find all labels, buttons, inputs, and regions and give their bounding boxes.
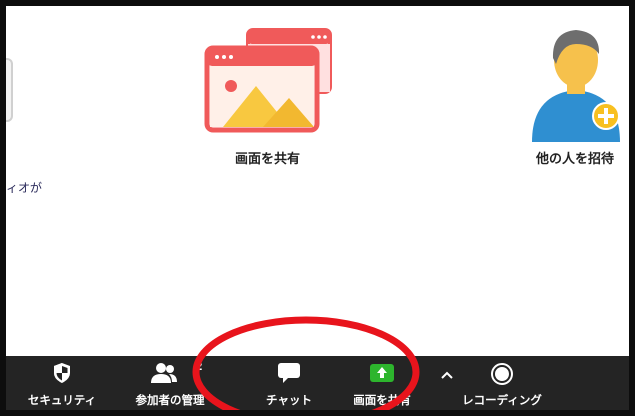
- record-button[interactable]: レコーディング: [454, 356, 550, 410]
- meeting-toolbar: セキュリティ 2 参加者の管理 チャット 画面を共有 レコーディング: [6, 356, 629, 410]
- share-screen-label: 画面を共有: [235, 152, 301, 167]
- share-screen-toolbar-label: 画面を共有: [353, 393, 411, 407]
- share-screen-button[interactable]: 画面を共有: [340, 356, 424, 410]
- partial-video-tile: [6, 58, 13, 122]
- share-screen-tile[interactable]: 画面を共有: [201, 26, 341, 171]
- security-button[interactable]: セキュリティ: [24, 356, 100, 410]
- chat-label: チャット: [266, 393, 312, 407]
- share-arrow-icon: [370, 364, 394, 382]
- partial-side-text: ィオが: [6, 181, 43, 195]
- invite-label: 他の人を招待: [536, 152, 615, 167]
- meeting-stage: 画面を共有 他の人を招待 ィオが: [6, 6, 629, 356]
- chat-bubble-icon: [278, 363, 300, 383]
- chat-button[interactable]: チャット: [254, 356, 324, 410]
- participants-label: 参加者の管理: [135, 393, 205, 407]
- record-icon: [491, 363, 513, 385]
- shield-icon: [54, 363, 70, 383]
- security-label: セキュリティ: [27, 393, 97, 407]
- people-icon: [151, 363, 178, 383]
- invite-person-icon: [532, 30, 620, 142]
- share-screen-icon: [204, 28, 332, 133]
- participants-count-badge: 2: [195, 360, 203, 373]
- participants-button[interactable]: 2 参加者の管理: [124, 356, 216, 410]
- invite-tile[interactable]: 他の人を招待: [526, 24, 629, 171]
- record-label: レコーディング: [462, 393, 542, 407]
